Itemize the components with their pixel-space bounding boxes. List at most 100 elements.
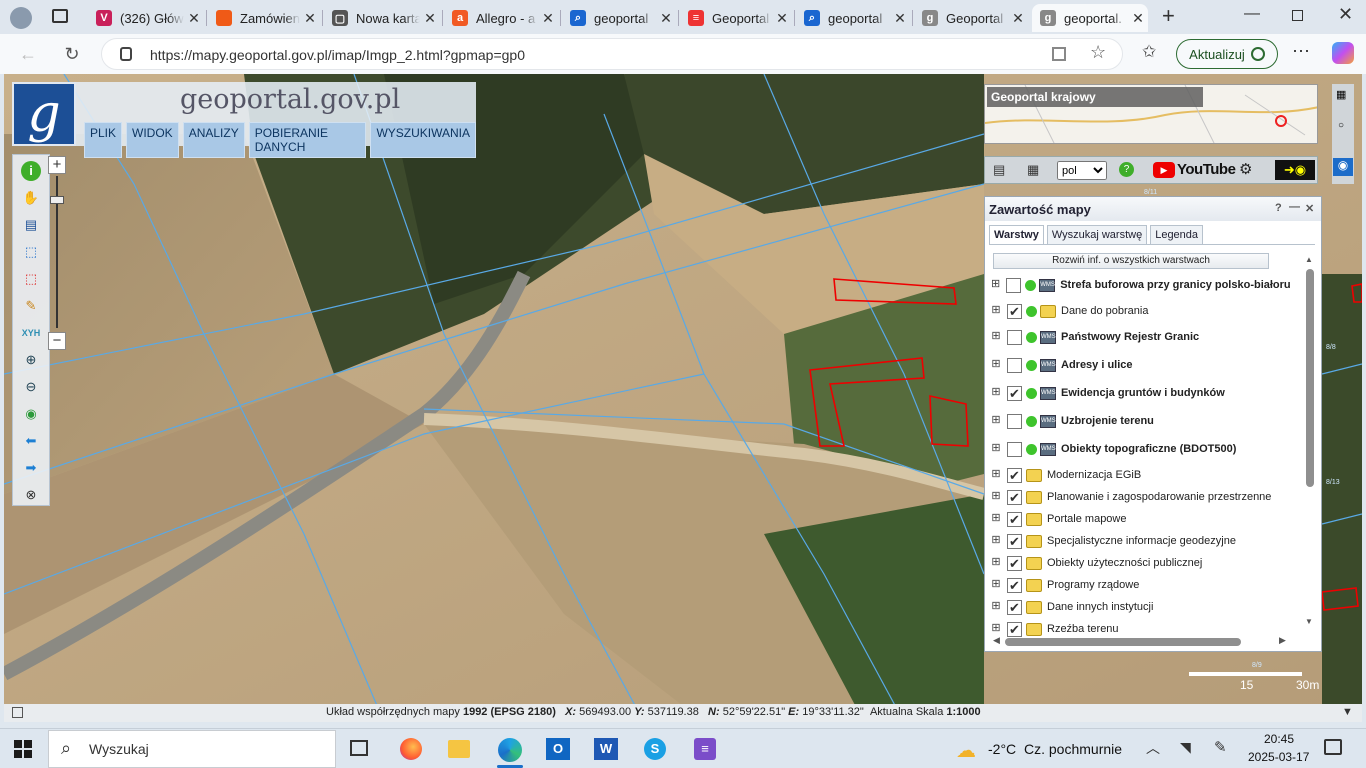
firefox-icon[interactable] bbox=[400, 738, 422, 760]
help-icon[interactable]: ? bbox=[1119, 162, 1134, 177]
tab-warstwy[interactable]: Warstwy bbox=[989, 225, 1044, 245]
pen-icon[interactable]: ✎ bbox=[1214, 738, 1227, 756]
layer-checkbox[interactable]: ✔ bbox=[1007, 385, 1022, 401]
back-arrow-icon[interactable]: ⬅ bbox=[21, 431, 41, 451]
clock-date[interactable]: 2025-03-17 bbox=[1248, 750, 1309, 764]
scroll-thumb[interactable] bbox=[1306, 269, 1314, 487]
tab-close-icon[interactable]: ✕ bbox=[890, 10, 910, 27]
expand-plus-icon[interactable]: ⊞ bbox=[991, 359, 1001, 370]
select-box-icon[interactable]: ⬚ bbox=[21, 269, 41, 289]
tab-2[interactable]: Zamówienia✕ bbox=[208, 4, 320, 32]
status-toggle-icon[interactable] bbox=[12, 707, 23, 718]
layer-row[interactable]: ⊞ WMS Uzbrojenie terenu bbox=[991, 411, 1291, 431]
tab-close-icon[interactable]: ✕ bbox=[772, 10, 792, 27]
expand-plus-icon[interactable]: ⊞ bbox=[991, 557, 1001, 568]
zoom-in-icon[interactable]: ⊕ bbox=[21, 350, 41, 370]
expand-plus-icon[interactable]: ⊞ bbox=[991, 623, 1001, 634]
accessibility-icon[interactable]: ⚙ bbox=[1239, 160, 1252, 178]
expand-plus-icon[interactable]: ⊞ bbox=[991, 387, 1001, 398]
h-scroll-thumb[interactable] bbox=[1005, 638, 1241, 646]
file-explorer-icon[interactable] bbox=[448, 740, 470, 758]
tab-close-icon[interactable]: ✕ bbox=[300, 10, 320, 27]
measure-pencil-icon[interactable]: ✎ bbox=[21, 296, 41, 316]
layer-checkbox[interactable]: ✔ bbox=[1007, 467, 1022, 483]
layer-row[interactable]: ⊞ ✔ Rzeźba terenu bbox=[991, 619, 1291, 639]
layer-row[interactable]: ⊞ WMS Adresy i ulice bbox=[991, 355, 1291, 375]
scroll-up-icon[interactable]: ▲ bbox=[1305, 255, 1313, 264]
layer-row[interactable]: ⊞ ✔ Portale mapowe bbox=[991, 509, 1291, 529]
eye-icon[interactable]: ◉ bbox=[1333, 158, 1353, 176]
close-window-button[interactable]: ✕ bbox=[1338, 4, 1353, 25]
expand-plus-icon[interactable]: ⊞ bbox=[991, 331, 1001, 342]
update-button[interactable]: Aktualizuj bbox=[1176, 39, 1278, 69]
start-icon[interactable] bbox=[14, 740, 32, 758]
reset-icon[interactable]: ⊗ bbox=[21, 485, 41, 505]
layer-checkbox[interactable] bbox=[1006, 277, 1022, 293]
layer-row[interactable]: ⊞ ✔ Specjalistyczne informacje geodezyjne bbox=[991, 531, 1291, 551]
tab-1[interactable]: V (326) Głów ✕ bbox=[88, 4, 204, 32]
print-icon[interactable]: ▤ bbox=[993, 162, 1005, 178]
weather-desc[interactable]: Cz. pochmurnie bbox=[1024, 741, 1122, 757]
layer-row[interactable]: ⊞ ✔ Programy rządowe bbox=[991, 575, 1291, 595]
layer-checkbox[interactable]: ✔ bbox=[1007, 577, 1022, 593]
profile-icon[interactable] bbox=[10, 7, 32, 29]
expand-plus-icon[interactable]: ⊞ bbox=[991, 491, 1001, 502]
menu-pobieranie-danych[interactable]: POBIERANIE DANYCH bbox=[248, 122, 367, 158]
info-icon[interactable]: i bbox=[21, 161, 41, 181]
circle-icon[interactable]: ○ bbox=[1338, 120, 1344, 131]
youtube-link[interactable]: ▶ YouTube bbox=[1153, 161, 1236, 178]
expand-plus-icon[interactable]: ⊞ bbox=[991, 415, 1001, 426]
tab-close-icon[interactable]: ✕ bbox=[1008, 10, 1028, 27]
scroll-right-icon[interactable]: ▶ bbox=[1279, 635, 1286, 646]
favorites-icon[interactable]: ✩ bbox=[1142, 42, 1156, 62]
zoom-handle[interactable] bbox=[50, 196, 64, 204]
tab-legenda[interactable]: Legenda bbox=[1150, 225, 1204, 245]
zoom-plus-button[interactable]: + bbox=[48, 156, 66, 174]
zoom-out-icon[interactable]: ⊖ bbox=[21, 377, 41, 397]
pan-hand-icon[interactable]: ✋ bbox=[21, 188, 41, 208]
weather-icon[interactable]: ☁ bbox=[956, 738, 976, 763]
globe-icon[interactable]: ◉ bbox=[21, 404, 41, 424]
zoom-slider[interactable]: + − bbox=[48, 156, 76, 352]
zoom-minus-button[interactable]: − bbox=[48, 332, 66, 350]
chevron-up-icon[interactable]: ︿ bbox=[1146, 738, 1160, 758]
expand-plus-icon[interactable]: ⊞ bbox=[991, 279, 1000, 290]
layer-checkbox[interactable]: ✔ bbox=[1007, 599, 1022, 615]
tab-5[interactable]: ⌕ geoportal ✕ bbox=[562, 4, 676, 32]
panel-close-icon[interactable]: ✕ bbox=[1305, 202, 1314, 215]
network-icon[interactable]: ◥ bbox=[1180, 739, 1191, 756]
minimap-toggle-icon[interactable]: ▦ bbox=[1336, 88, 1346, 101]
layer-checkbox[interactable]: ✔ bbox=[1007, 511, 1022, 527]
status-collapse-icon[interactable]: ▼ bbox=[1342, 706, 1353, 718]
expand-plus-icon[interactable]: ⊞ bbox=[991, 443, 1001, 454]
scroll-left-icon[interactable]: ◀ bbox=[993, 635, 1000, 646]
outlook-icon[interactable]: O bbox=[546, 738, 570, 760]
xyh-coordinates-icon[interactable]: XYH bbox=[21, 323, 41, 343]
language-select[interactable]: pol bbox=[1057, 161, 1107, 180]
layer-row[interactable]: ⊞ ✔ Planowanie i zagospodarowanie przestrz… bbox=[991, 487, 1291, 507]
notes-app-icon[interactable]: ≡ bbox=[694, 738, 716, 760]
menu-analizy[interactable]: ANALIZY bbox=[182, 122, 245, 158]
layer-checkbox[interactable]: ✔ bbox=[1007, 555, 1022, 571]
weather-temp[interactable]: -2°C bbox=[988, 741, 1016, 757]
word-icon[interactable]: W bbox=[594, 738, 618, 760]
tab-close-icon[interactable]: ✕ bbox=[1128, 10, 1148, 27]
notifications-icon[interactable] bbox=[1324, 739, 1342, 755]
tab-close-icon[interactable]: ✕ bbox=[420, 10, 440, 27]
layer-checkbox[interactable]: ✔ bbox=[1007, 489, 1022, 505]
vertical-scrollbar[interactable]: ▲ ▼ bbox=[1305, 255, 1315, 627]
overview-minimap[interactable]: Geoportal krajowy bbox=[984, 84, 1318, 144]
tab-8[interactable]: g Geoportal ✕ bbox=[914, 4, 1028, 32]
layer-checkbox[interactable] bbox=[1007, 413, 1022, 429]
tab-4[interactable]: a Allegro - a ✕ bbox=[444, 4, 558, 32]
taskbar-search[interactable]: ⌕ Wyszukaj bbox=[48, 730, 336, 768]
menu-plik[interactable]: PLIK bbox=[84, 122, 123, 158]
lock-icon[interactable] bbox=[120, 47, 132, 61]
task-view-icon[interactable] bbox=[350, 740, 368, 756]
layer-row[interactable]: ⊞ WMS Strefa buforowa przy granicy polsko-… bbox=[991, 275, 1291, 295]
maximize-button[interactable] bbox=[1292, 10, 1303, 21]
edge-icon[interactable] bbox=[498, 738, 522, 762]
layer-checkbox[interactable] bbox=[1007, 329, 1022, 345]
new-tab-button[interactable]: + bbox=[1162, 5, 1182, 27]
expand-all-button[interactable]: Rozwiń inf. o wszystkich warstwach bbox=[993, 253, 1269, 269]
